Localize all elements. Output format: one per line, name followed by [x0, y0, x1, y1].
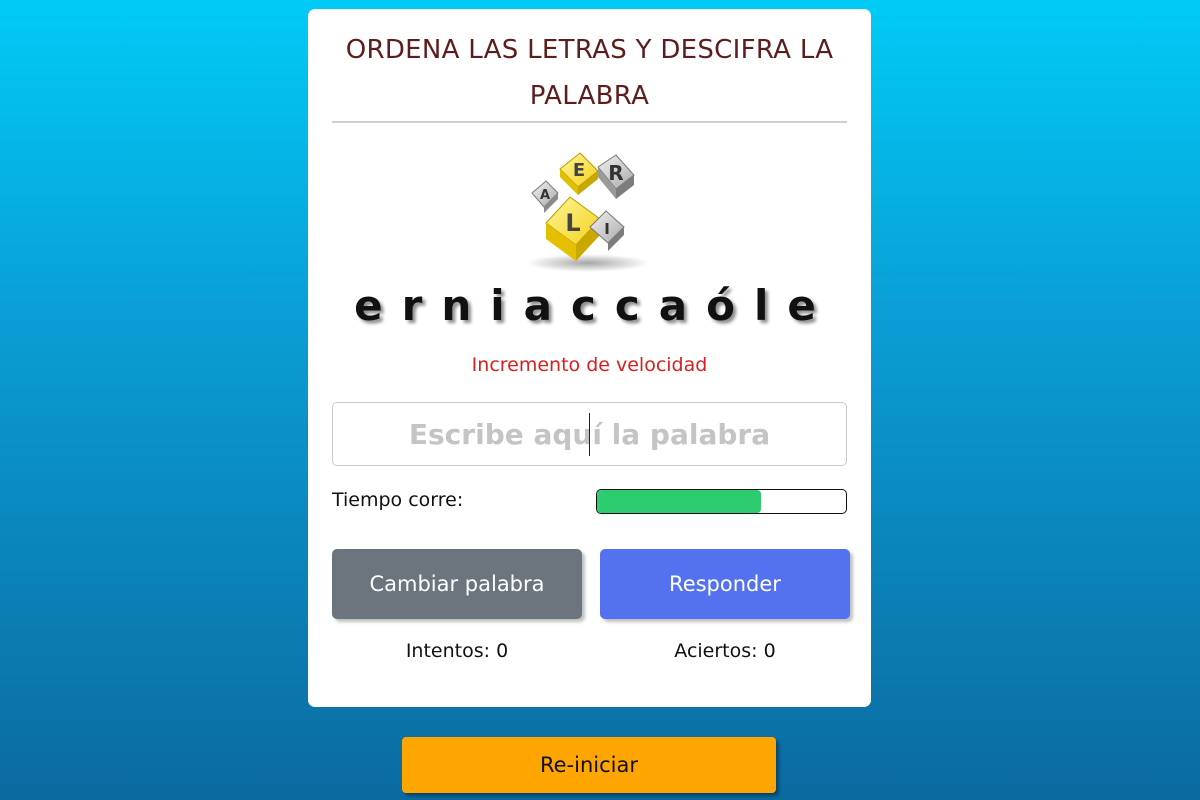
hits-counter: Aciertos: 0 — [674, 640, 776, 662]
timer-progress-bar — [596, 489, 847, 514]
timer-progress-fill — [597, 490, 762, 513]
change-word-button[interactable]: Cambiar palabra — [332, 549, 582, 619]
svg-text:E: E — [573, 160, 585, 181]
svg-text:I: I — [604, 220, 610, 238]
timer-label: Tiempo corre: — [332, 489, 464, 511]
svg-text:R: R — [608, 161, 623, 185]
scrambled-word: erniaccaóle — [354, 281, 835, 330]
letter-tiles-logo-icon: A E R L I — [526, 152, 650, 272]
hint-text: Incremento de velocidad — [471, 354, 708, 376]
attempts-counter: Intentos: 0 — [405, 640, 509, 662]
game-card: ORDENA LAS LETRAS Y DESCIFRA LA PALABRA … — [308, 9, 871, 707]
answer-button[interactable]: Responder — [600, 549, 850, 619]
title-divider — [332, 121, 847, 123]
restart-button[interactable]: Re-iniciar — [402, 737, 776, 793]
svg-text:A: A — [540, 188, 550, 203]
svg-text:L: L — [565, 209, 580, 237]
text-caret — [589, 413, 590, 456]
page-title: ORDENA LAS LETRAS Y DESCIFRA LA PALABRA — [345, 35, 834, 111]
